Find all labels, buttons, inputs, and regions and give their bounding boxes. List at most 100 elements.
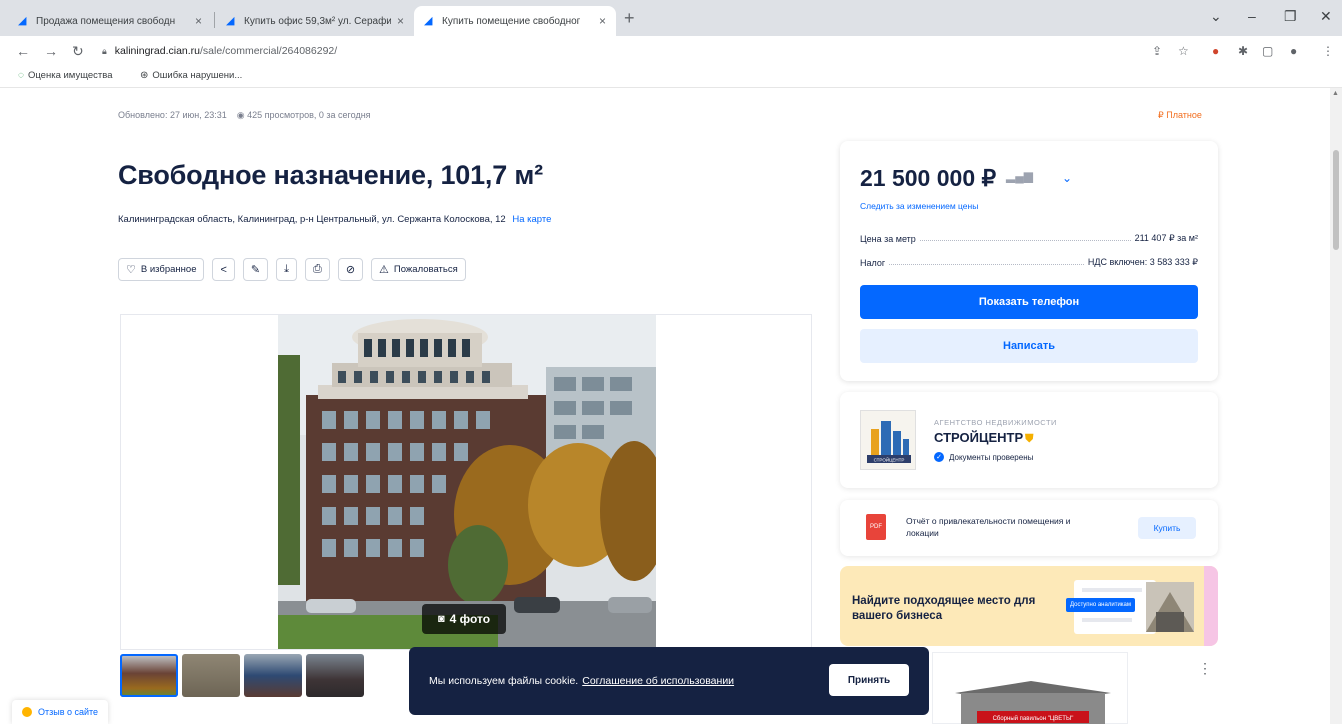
favorite-label: В избранное [140, 264, 197, 275]
extension-icon[interactable]: ● [1212, 44, 1219, 58]
photo-thumbnail[interactable] [120, 654, 178, 697]
extensions-puzzle-icon[interactable]: ✱ [1238, 44, 1248, 58]
browser-tab[interactable]: ◢ Купить офис 59,3м² ул. Серафи × [216, 6, 414, 36]
new-tab-icon[interactable]: + [624, 8, 635, 29]
cian-favicon-icon: ◢ [226, 15, 235, 27]
url-path: /sale/commercial/264086292/ [200, 45, 338, 57]
bookmark-item[interactable]: ◌ Оценка имущества [18, 70, 113, 81]
page-scrollbar[interactable]: ▲ [1330, 88, 1342, 724]
buy-report-button[interactable]: Купить [1138, 517, 1196, 539]
photo-thumbnails [120, 654, 364, 697]
tax-row: Налог НДС включен: 3 583 333 ₽ [860, 257, 1198, 268]
price-per-meter-row: Цена за метр 211 407 ₽ за м² [860, 233, 1198, 244]
print-button[interactable]: ⎙ [305, 258, 330, 281]
follow-price-link[interactable]: Следить за изменением цены [860, 201, 978, 211]
share-icon: < [220, 263, 227, 276]
download-icon: ⤓ [284, 263, 290, 275]
hide-button[interactable]: ⊘ [337, 258, 364, 281]
close-tab-icon[interactable]: × [397, 14, 404, 28]
browser-menu-icon[interactable]: ⋮ [1322, 44, 1334, 58]
profile-icon[interactable]: ● [1290, 44, 1297, 58]
heart-icon: ♡ [126, 264, 136, 276]
scroll-up-icon[interactable]: ▲ [1332, 90, 1339, 97]
write-message-button[interactable]: Написать [860, 329, 1198, 363]
browser-tab-active[interactable]: ◢ Купить помещение свободног × [414, 6, 616, 36]
browser-tab[interactable]: ◢ Продажа помещения свободн × [8, 6, 212, 36]
listing-actions: ♡ В избранное < ✎ ⤓ ⎙ ⊘ ⚠ Пожаловаться [118, 258, 466, 281]
promo-banner[interactable]: Найдите подходящее место для вашего бизн… [840, 566, 1218, 646]
photo-thumbnail[interactable] [306, 654, 364, 697]
show-phone-button[interactable]: Показать телефон [860, 285, 1198, 319]
back-icon[interactable]: ← [16, 43, 30, 59]
minimize-icon[interactable]: – [1248, 8, 1256, 24]
ad-label: Сборный павильон "ЦВЕТЫ" [993, 715, 1074, 722]
close-tab-icon[interactable]: × [195, 14, 202, 28]
views-count-text: 425 просмотров, 0 за сегодня [247, 110, 371, 120]
agent-logo[interactable]: СТРОЙЦЕНТР [860, 410, 916, 470]
globe-icon: ⊛ [140, 70, 149, 81]
dotted-leader [889, 264, 1084, 265]
price-chart-icon[interactable]: ▂▄▆ [1006, 169, 1033, 183]
feedback-button[interactable]: Отзыв о сайте [12, 700, 109, 724]
eye-icon: ◉ [236, 110, 248, 120]
price-value: 21 500 000 ₽ [860, 165, 997, 191]
agent-name[interactable]: СТРОЙЦЕНТР ⛊ [934, 430, 1033, 446]
price-card: 21 500 000 ₽ ▂▄▆ ⌄ Следить за изменением… [840, 141, 1218, 381]
warning-icon: ⚠ [379, 264, 389, 276]
url-host: kaliningrad.cian.ru [114, 45, 201, 57]
agent-verified: ✓ Документы проверены [934, 452, 1033, 462]
bookmarks-bar: ◌ Оценка имущества ⊛ Ошибка нарушени... [0, 66, 1342, 88]
edit-button[interactable]: ✎ [242, 258, 269, 281]
browser-tab-bar: ◢ Продажа помещения свободн × ◢ Купить о… [0, 0, 1342, 36]
price-info-icon[interactable]: ⌄ [1062, 171, 1072, 185]
more-options-icon[interactable]: ⋮ [1198, 660, 1212, 677]
accept-cookies-button[interactable]: Принять [829, 664, 909, 696]
shield-icon: ⛊ [1025, 433, 1034, 445]
share-button[interactable]: < [212, 258, 235, 281]
favorite-button[interactable]: ♡ В избранное [118, 258, 205, 281]
main-photo[interactable] [278, 315, 656, 649]
listing-meta: Обновлено: 27 июн, 23:31 ◉ 425 просмотро… [118, 110, 371, 121]
forward-icon[interactable]: → [44, 43, 58, 59]
photo-count-badge[interactable]: ◙ 4 фото [422, 604, 506, 634]
agent-logo-image: СТРОЙЦЕНТР [867, 421, 911, 463]
leaf-icon: ◌ [18, 70, 24, 81]
cookie-terms-link[interactable]: Соглашение об использовании [582, 675, 734, 687]
promo-badge: Доступно аналитикам [1066, 598, 1136, 612]
map-link[interactable]: На карте [512, 214, 551, 225]
bookmark-item[interactable]: ⊛ Ошибка нарушени... [140, 70, 242, 81]
share-icon[interactable]: ⇪ [1152, 44, 1162, 58]
download-button[interactable]: ⤓ [276, 258, 298, 281]
updated-date: Обновлено: 27 июн, 23:31 [118, 110, 227, 120]
cookie-banner: Мы используем файлы cookie. Соглашение об… [409, 647, 929, 715]
tax-label: Налог [860, 258, 886, 268]
reload-icon[interactable]: ↻ [72, 43, 84, 60]
bookmark-star-icon[interactable]: ☆ [1178, 44, 1189, 58]
promo-text: Найдите подходящее место для вашего бизн… [852, 595, 1036, 622]
pencil-icon: ✎ [250, 264, 261, 276]
cookie-message: Мы используем файлы cookie. [429, 675, 579, 687]
paid-badge: ₽ Платное [1158, 110, 1202, 120]
building-photo-image [278, 315, 656, 649]
photo-count-label: 4 фото [449, 612, 491, 626]
tax-value: НДС включен: 3 583 333 ₽ [1087, 257, 1198, 267]
tab-search-icon[interactable]: ⌄ [1210, 8, 1222, 25]
pavilion-image: Сборный павильон "ЦВЕТЫ" [955, 681, 1111, 724]
scroll-thumb[interactable] [1333, 150, 1339, 250]
paid-badge-label: Платное [1166, 110, 1202, 120]
photo-gallery[interactable] [120, 314, 812, 650]
sidepanel-icon[interactable]: ▢ [1262, 44, 1273, 58]
agent-logo-text: СТРОЙЦЕНТР [874, 456, 905, 463]
agent-type: АГЕНТСТВО НЕДВИЖИМОСТИ [934, 418, 1057, 427]
tab-separator [214, 12, 215, 28]
ad-banner[interactable]: Сборный павильон "ЦВЕТЫ" [932, 652, 1128, 724]
complain-button[interactable]: ⚠ Пожаловаться [371, 258, 466, 281]
close-tab-icon[interactable]: × [599, 14, 606, 28]
maximize-icon[interactable]: ❐ [1284, 8, 1297, 25]
close-window-icon[interactable]: ✕ [1320, 8, 1332, 25]
report-text: Отчёт о привлекательности помещения и ло… [906, 516, 1071, 538]
photo-thumbnail[interactable] [244, 654, 302, 697]
url-field[interactable]: 🔒︎ kaliningrad.cian.ru /sale/commercial/… [102, 42, 337, 60]
photo-thumbnail[interactable] [182, 654, 240, 697]
agent-card[interactable]: СТРОЙЦЕНТР АГЕНТСТВО НЕДВИЖИМОСТИ СТРОЙЦ… [840, 392, 1218, 488]
